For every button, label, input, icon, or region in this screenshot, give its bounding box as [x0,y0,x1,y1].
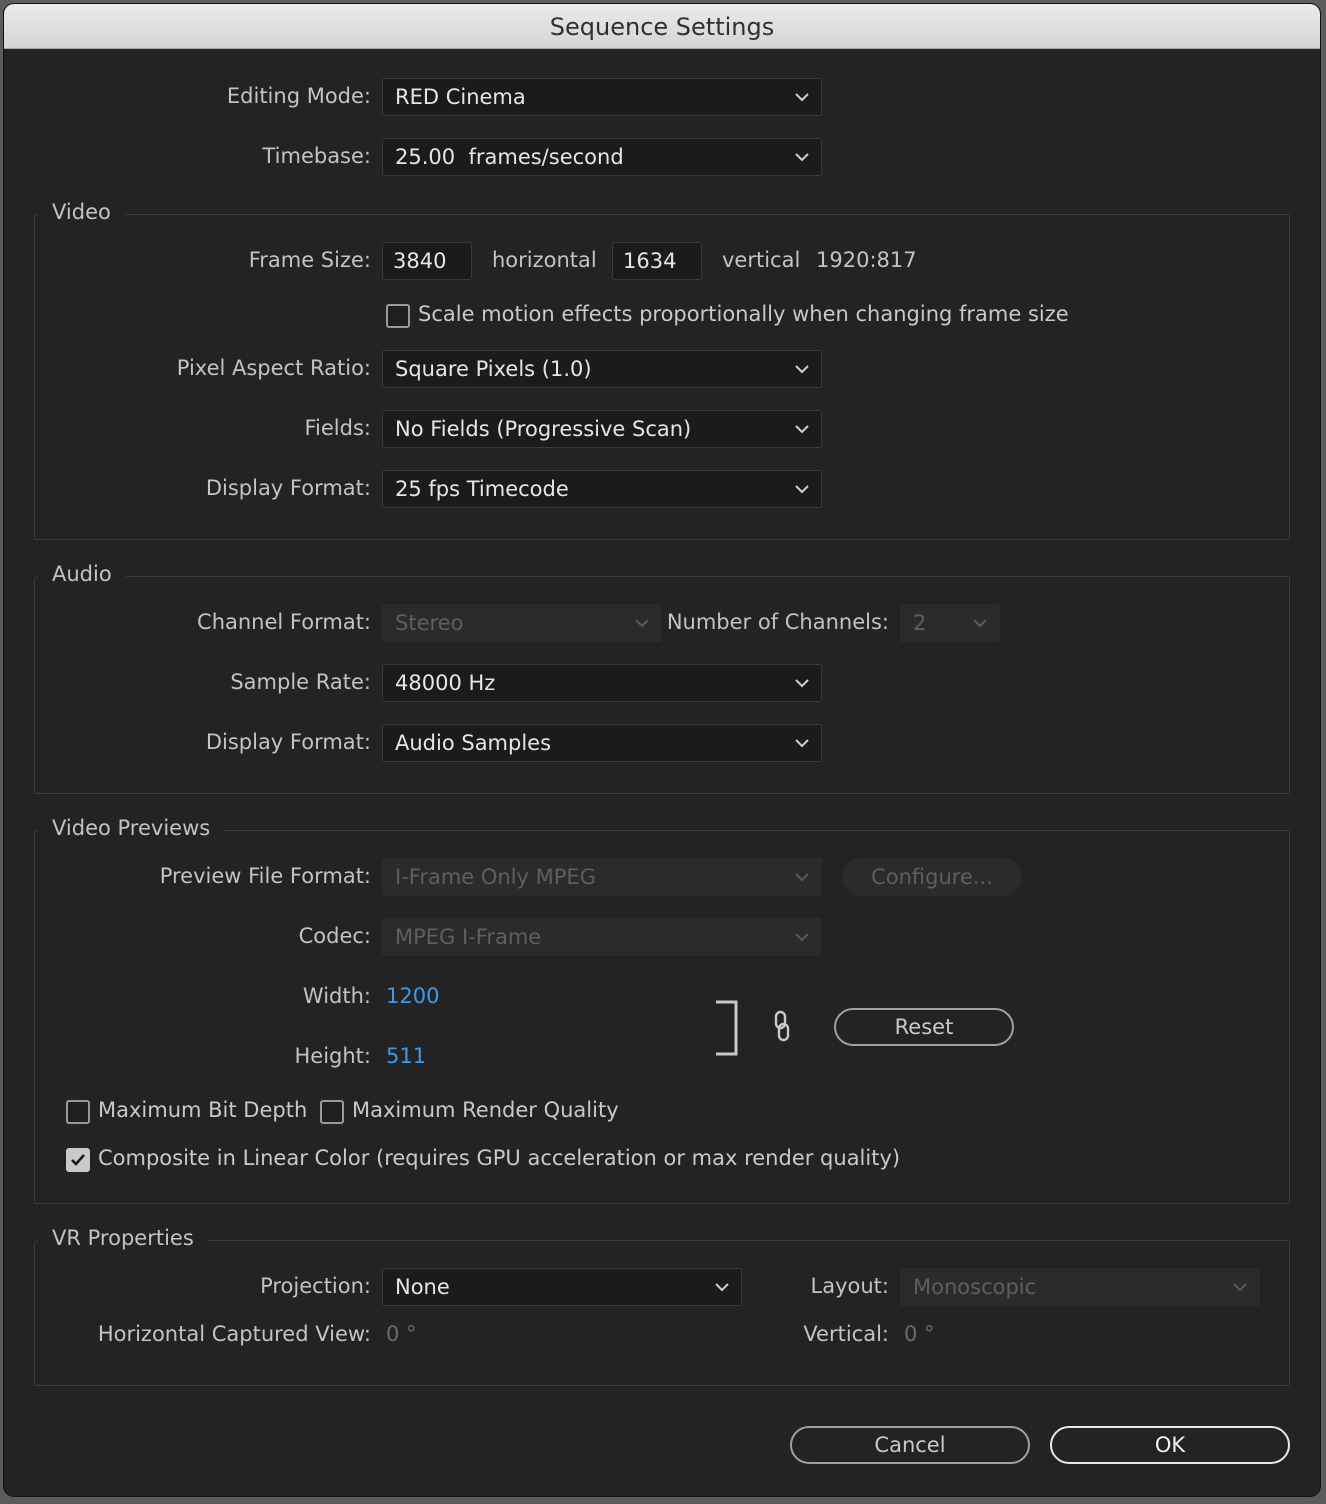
horizontal-captured-view-label: Horizontal Captured View: [97,1322,371,1346]
reset-button[interactable]: Reset [834,1008,1014,1046]
audio-display-format-dropdown[interactable]: Audio Samples [382,724,822,762]
pixel-aspect-dropdown[interactable]: Square Pixels (1.0) [382,350,822,388]
chevron-down-icon [795,739,809,748]
ok-button[interactable]: OK [1050,1426,1290,1464]
chevron-down-icon [795,425,809,434]
chevron-down-icon [795,93,809,102]
height-label: Height: [294,1044,372,1068]
layout-dropdown[interactable]: Monoscopic [900,1268,1260,1306]
chevron-down-icon [795,153,809,162]
audio-display-format-label: Display Format: [205,730,371,754]
vertical-view-value: 0 ° [904,1322,935,1346]
fields-label: Fields: [304,416,372,440]
num-channels-label: Number of Channels: [666,610,889,634]
chevron-down-icon [973,619,987,628]
video-group-title: Video [38,200,125,224]
frame-size-label: Frame Size: [248,248,371,272]
configure-button[interactable]: Configure... [842,858,1022,896]
cancel-button[interactable]: Cancel [790,1426,1030,1464]
chain-link-icon[interactable] [772,1010,792,1042]
frame-width-field[interactable]: 3840 [382,242,472,280]
chevron-down-icon [795,485,809,494]
chevron-down-icon [635,619,649,628]
max-bit-depth-label: Maximum Bit Depth [98,1098,308,1122]
aspect-ratio-readout: 1920:817 [816,248,917,272]
horizontal-captured-view-value: 0 ° [386,1322,417,1346]
editing-mode-label: Editing Mode: [226,84,371,108]
fields-dropdown[interactable]: No Fields (Progressive Scan) [382,410,822,448]
projection-label: Projection: [260,1274,371,1298]
timebase-value: 25.00 frames/second [395,145,624,169]
checkmark-icon [71,1154,85,1166]
chevron-down-icon [715,1283,729,1292]
projection-value: None [395,1275,450,1299]
sequence-settings-dialog: Sequence Settings Editing Mode: RED Cine… [4,4,1320,1496]
frame-height-field[interactable]: 1634 [612,242,702,280]
video-display-format-dropdown[interactable]: 25 fps Timecode [382,470,822,508]
linear-color-checkbox[interactable] [66,1148,90,1172]
linear-color-label: Composite in Linear Color (requires GPU … [98,1146,901,1170]
vr-properties-group [34,1240,1290,1386]
scale-motion-label: Scale motion effects proportionally when… [418,302,1069,326]
window-title: Sequence Settings [4,4,1320,49]
link-bracket-icon [716,1000,738,1056]
channel-format-value: Stereo [395,611,464,635]
channel-format-label: Channel Format: [197,610,371,634]
max-render-quality-label: Maximum Render Quality [352,1098,619,1122]
codec-dropdown[interactable]: MPEG I-Frame [382,918,822,956]
preview-file-format-dropdown[interactable]: I-Frame Only MPEG [382,858,822,896]
preview-file-format-value: I-Frame Only MPEG [395,865,596,889]
sample-rate-dropdown[interactable]: 48000 Hz [382,664,822,702]
sample-rate-value: 48000 Hz [395,671,496,695]
projection-dropdown[interactable]: None [382,1268,742,1306]
width-label: Width: [302,984,371,1008]
editing-mode-dropdown[interactable]: RED Cinema [382,78,822,116]
editing-mode-value: RED Cinema [395,85,526,109]
scale-motion-checkbox[interactable] [386,304,410,328]
vertical-label: vertical [722,248,801,272]
audio-group-title: Audio [38,562,126,586]
channel-format-dropdown[interactable]: Stereo [382,604,662,642]
codec-label: Codec: [298,924,371,948]
chevron-down-icon [1233,1283,1247,1292]
audio-display-format-value: Audio Samples [395,731,552,755]
preview-height-value[interactable]: 511 [386,1044,426,1068]
max-bit-depth-checkbox[interactable] [66,1100,90,1124]
horizontal-label: horizontal [492,248,597,272]
vertical-view-label: Vertical: [803,1322,889,1346]
pixel-aspect-label: Pixel Aspect Ratio: [176,356,371,380]
video-display-format-value: 25 fps Timecode [395,477,569,501]
preview-file-format-label: Preview File Format: [159,864,371,888]
chevron-down-icon [795,679,809,688]
preview-width-value[interactable]: 1200 [386,984,439,1008]
chevron-down-icon [795,933,809,942]
timebase-label: Timebase: [262,144,371,168]
layout-value: Monoscopic [913,1275,1037,1299]
layout-label: Layout: [810,1274,889,1298]
pixel-aspect-value: Square Pixels (1.0) [395,357,592,381]
video-display-format-label: Display Format: [205,476,371,500]
num-channels-dropdown[interactable]: 2 [900,604,1000,642]
timebase-dropdown[interactable]: 25.00 frames/second [382,138,822,176]
video-previews-group-title: Video Previews [38,816,225,840]
vr-properties-group-title: VR Properties [38,1226,208,1250]
fields-value: No Fields (Progressive Scan) [395,417,692,441]
num-channels-value: 2 [913,611,927,635]
sample-rate-label: Sample Rate: [230,670,371,694]
codec-value: MPEG I-Frame [395,925,542,949]
max-render-quality-checkbox[interactable] [320,1100,344,1124]
chevron-down-icon [795,873,809,882]
chevron-down-icon [795,365,809,374]
